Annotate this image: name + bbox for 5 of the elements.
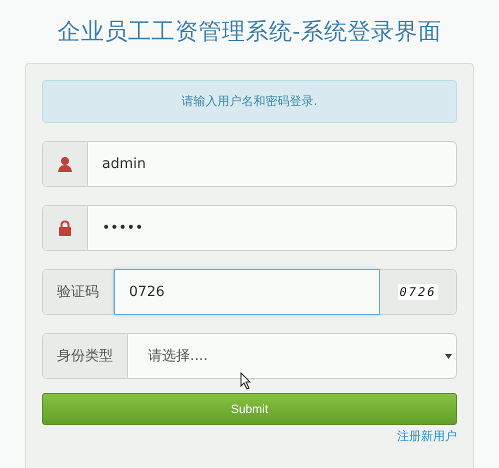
- field-label: 验证码: [43, 270, 114, 314]
- input-field[interactable]: 0726: [114, 269, 380, 315]
- page-title: 企业员工工资管理系统-系统登录界面: [56, 18, 443, 47]
- info-message: 请输入用户名和密码登录.: [42, 80, 457, 123]
- captcha-image[interactable]: 0726: [398, 284, 438, 300]
